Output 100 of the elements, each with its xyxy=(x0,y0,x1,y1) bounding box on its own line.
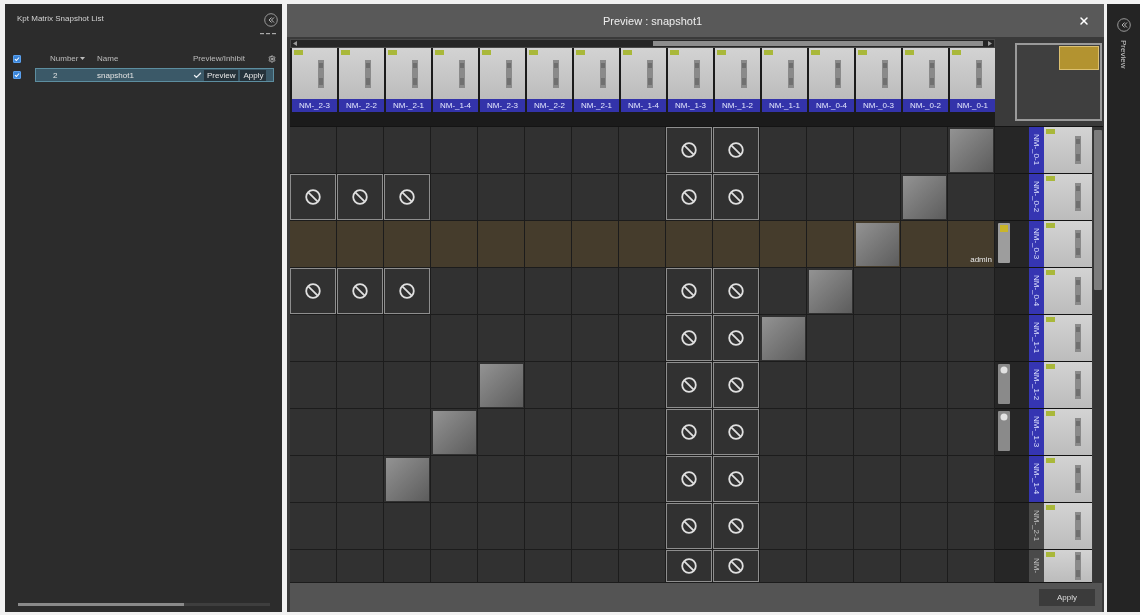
scrollbar-thumb[interactable] xyxy=(18,603,185,606)
matrix-cell[interactable] xyxy=(666,315,713,362)
matrix-cell[interactable] xyxy=(807,268,854,315)
matrix-cell[interactable] xyxy=(854,221,901,268)
matrix-cell[interactable] xyxy=(290,174,337,221)
column-header[interactable]: NM-_2-1 xyxy=(572,48,619,112)
matrix-cell[interactable] xyxy=(948,127,995,174)
matrix-row[interactable] xyxy=(290,362,995,409)
column-header[interactable]: NM-_1-4 xyxy=(619,48,666,112)
matrix-cell[interactable] xyxy=(713,550,760,583)
column-header[interactable]: NM-_2-3 xyxy=(290,48,337,112)
matrix-cell[interactable] xyxy=(901,174,948,221)
select-all-checkbox[interactable] xyxy=(13,54,21,63)
column-header[interactable]: NM-_0-4 xyxy=(807,48,854,112)
more-icon[interactable] xyxy=(260,32,276,35)
matrix-row[interactable] xyxy=(290,456,995,503)
matrix-row[interactable] xyxy=(290,550,995,583)
snapshot-row[interactable]: 2 snapshot1 Preview Apply xyxy=(35,68,274,82)
matrix-cell[interactable] xyxy=(713,174,760,221)
matrix-cell[interactable] xyxy=(713,268,760,315)
matrix-cell[interactable] xyxy=(713,409,760,456)
matrix-cell[interactable] xyxy=(290,268,337,315)
column-header[interactable]: NM-_1-3 xyxy=(666,48,713,112)
matrix-cell[interactable] xyxy=(384,221,431,268)
row-header[interactable]: NM-_1-1 xyxy=(995,315,1092,362)
column-heading[interactable]: Number xyxy=(50,54,97,63)
matrix-row[interactable] xyxy=(290,409,995,456)
column-heading[interactable]: Name xyxy=(97,54,193,63)
column-heading[interactable]: Preview/Inhibit xyxy=(193,54,268,63)
apply-button[interactable]: Apply xyxy=(1039,589,1095,606)
matrix-row[interactable] xyxy=(290,174,995,221)
row-header[interactable]: NM-_0-3 xyxy=(995,221,1092,268)
matrix-cell[interactable] xyxy=(337,268,384,315)
row-header[interactable]: NM-_0-2 xyxy=(995,174,1092,221)
action-button[interactable]: Apply xyxy=(240,69,267,81)
matrix-cell[interactable] xyxy=(478,362,525,409)
matrix-cell[interactable] xyxy=(713,503,760,550)
matrix-cell[interactable] xyxy=(713,362,760,409)
matrix-cell[interactable] xyxy=(713,456,760,503)
row-header[interactable]: NM-_0-1 xyxy=(995,127,1092,174)
action-button[interactable]: Preview xyxy=(204,69,239,81)
arrow-right-icon[interactable] xyxy=(988,41,992,46)
row-header[interactable]: NM-_1-4 xyxy=(995,456,1092,503)
row-header[interactable]: NM- xyxy=(995,550,1092,583)
matrix-cell[interactable] xyxy=(666,127,713,174)
matrix-cell[interactable] xyxy=(666,503,713,550)
matrix-cell[interactable] xyxy=(666,456,713,503)
collapse-icon[interactable] xyxy=(1116,18,1131,32)
horizontal-scrollbar[interactable] xyxy=(290,39,995,48)
row-header[interactable]: NM-_1-2 xyxy=(995,362,1092,409)
matrix-row[interactable]: admin xyxy=(290,221,995,268)
matrix-cell[interactable] xyxy=(384,456,431,503)
scrollbar-thumb[interactable] xyxy=(1094,130,1102,290)
matrix-cell[interactable] xyxy=(666,409,713,456)
column-header[interactable]: NM-_0-1 xyxy=(948,48,995,112)
matrix-cell[interactable] xyxy=(431,409,478,456)
close-icon[interactable] xyxy=(1078,14,1090,27)
matrix-cell[interactable] xyxy=(337,127,384,174)
column-header[interactable]: NM-_1-1 xyxy=(760,48,807,112)
side-tab[interactable]: Preview xyxy=(1119,40,1128,69)
row-header[interactable]: NM-_2-1 xyxy=(995,503,1092,550)
matrix-row[interactable] xyxy=(290,127,995,174)
matrix-cell[interactable] xyxy=(290,221,337,268)
matrix-cell[interactable] xyxy=(713,127,760,174)
arrow-left-icon[interactable] xyxy=(293,41,297,46)
overview-minimap[interactable] xyxy=(1015,43,1102,121)
column-header[interactable]: NM-_2-3 xyxy=(478,48,525,112)
matrix-cell[interactable] xyxy=(384,268,431,315)
matrix-row[interactable] xyxy=(290,268,995,315)
matrix-cell[interactable] xyxy=(337,174,384,221)
row-header[interactable]: NM-_1-3 xyxy=(995,409,1092,456)
column-header[interactable]: NM-_0-3 xyxy=(854,48,901,112)
inhibit-icon xyxy=(681,518,697,534)
column-header[interactable]: NM-_2-2 xyxy=(525,48,572,112)
matrix-cell[interactable] xyxy=(666,268,713,315)
matrix-cell[interactable] xyxy=(666,362,713,409)
column-header[interactable]: NM-_0-2 xyxy=(901,48,948,112)
matrix-cell[interactable] xyxy=(666,550,713,583)
matrix-cell[interactable] xyxy=(713,221,760,268)
matrix-cell[interactable] xyxy=(713,315,760,362)
column-header[interactable]: NM-_1-4 xyxy=(431,48,478,112)
row-checkbox[interactable] xyxy=(13,71,21,79)
matrix-cell[interactable] xyxy=(290,127,337,174)
matrix-cell[interactable] xyxy=(666,174,713,221)
viewport-marker[interactable] xyxy=(1059,46,1099,70)
matrix-cell[interactable] xyxy=(337,221,384,268)
row-header[interactable]: NM-_0-4 xyxy=(995,268,1092,315)
settings-icon[interactable] xyxy=(268,54,276,63)
matrix-cell[interactable] xyxy=(384,127,431,174)
horizontal-scrollbar[interactable] xyxy=(18,603,270,606)
matrix-row[interactable] xyxy=(290,315,995,362)
collapse-icon[interactable] xyxy=(264,13,278,27)
matrix-cell[interactable] xyxy=(760,315,807,362)
column-header[interactable]: NM-_2-1 xyxy=(384,48,431,112)
column-header[interactable]: NM-_1-2 xyxy=(713,48,760,112)
scrollbar-thumb[interactable] xyxy=(653,41,983,46)
column-header[interactable]: NM-_2-2 xyxy=(337,48,384,112)
matrix-cell[interactable] xyxy=(384,174,431,221)
vertical-scrollbar[interactable] xyxy=(1093,127,1103,583)
matrix-cell[interactable] xyxy=(666,221,713,268)
